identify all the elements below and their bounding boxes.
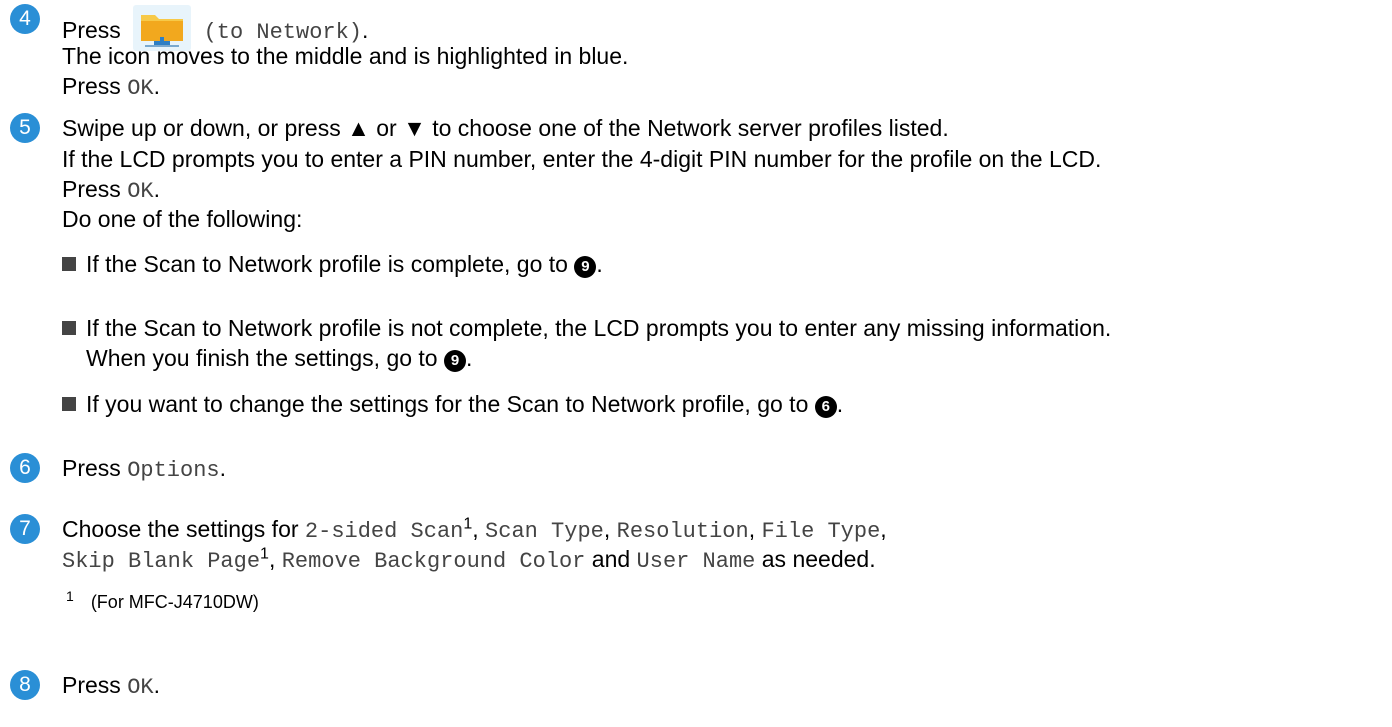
press-text: Press (62, 176, 121, 202)
period: . (362, 17, 369, 43)
step-number-4: 4 (10, 4, 40, 34)
step-ref-9[interactable]: 9 (443, 350, 466, 372)
bullet-3: If you want to change the settings for t… (86, 391, 844, 418)
comma: , (472, 516, 479, 542)
comma: , (880, 516, 887, 542)
choose-text: Choose the settings for (62, 516, 299, 542)
user-name-setting: User Name (636, 549, 756, 574)
footnote-number: 1 (66, 588, 74, 604)
step-7-line-2: Skip Blank Page1, Remove Background Colo… (62, 545, 876, 576)
file-type-setting: File Type (761, 519, 881, 544)
ok-key: OK (127, 76, 154, 101)
step-number-5: 5 (10, 113, 40, 143)
press-text: Press (62, 672, 121, 698)
press-text: Press (62, 73, 121, 99)
step-number-8: 8 (10, 670, 40, 700)
ok-key: OK (127, 675, 154, 700)
as-needed-text: as needed. (761, 546, 876, 572)
bullet-3-text: If you want to change the settings for t… (86, 391, 809, 417)
step-ref-9[interactable]: 9 (574, 256, 597, 278)
footnote: 1 (For MFC-J4710DW) (66, 589, 259, 613)
bullet-2-line-2: When you finish the settings, go to 9. (86, 345, 473, 372)
comma: , (603, 516, 611, 542)
remove-background-color-setting: Remove Background Color (281, 549, 586, 574)
and-text: and (591, 546, 631, 572)
comma: , (268, 546, 276, 572)
footnote-text: (For MFC-J4710DW) (90, 592, 259, 612)
step-number-7: 7 (10, 514, 40, 544)
period: . (153, 73, 160, 99)
step-5-line-4: Do one of the following: (62, 206, 303, 232)
step-4-line-2: The icon moves to the middle and is high… (62, 43, 629, 69)
resolution-setting: Resolution (616, 519, 749, 544)
square-bullet-icon (62, 321, 76, 335)
step-6-line: Press Options. (62, 454, 226, 485)
step-8-line: Press OK. (62, 671, 160, 702)
period: . (153, 176, 160, 202)
footnote-ref: 1 (260, 545, 269, 563)
ok-key: OK (127, 179, 154, 204)
step-7-line-1: Choose the settings for 2-sided Scan1, S… (62, 515, 887, 546)
step-5-line-3: Press OK. (62, 175, 160, 206)
options-key: Options (127, 458, 220, 483)
skip-blank-page-setting: Skip Blank Page (62, 549, 261, 574)
bullet-2-line-1: If the Scan to Network profile is not co… (86, 315, 1112, 341)
bullet-2-text: When you finish the settings, go to (86, 345, 438, 371)
step-ref-6[interactable]: 6 (814, 396, 837, 418)
bullet-1: If the Scan to Network profile is comple… (86, 251, 603, 278)
press-text: Press (62, 455, 121, 481)
step-4-line-3: Press OK. (62, 72, 160, 103)
two-sided-scan-setting: 2-sided Scan (304, 519, 464, 544)
square-bullet-icon (62, 397, 76, 411)
footnote-ref: 1 (463, 515, 473, 533)
press-text: Press (62, 17, 121, 43)
bullet-1-text: If the Scan to Network profile is comple… (86, 251, 568, 277)
step-5-line-1: Swipe up or down, or press ▲ or ▼ to cho… (62, 115, 949, 141)
scan-type-setting: Scan Type (485, 519, 604, 544)
step-5-line-2: If the LCD prompts you to enter a PIN nu… (62, 146, 1102, 172)
period: . (219, 455, 226, 481)
step-number-6: 6 (10, 453, 40, 483)
comma: , (748, 516, 756, 542)
square-bullet-icon (62, 257, 76, 271)
period: . (153, 672, 160, 698)
